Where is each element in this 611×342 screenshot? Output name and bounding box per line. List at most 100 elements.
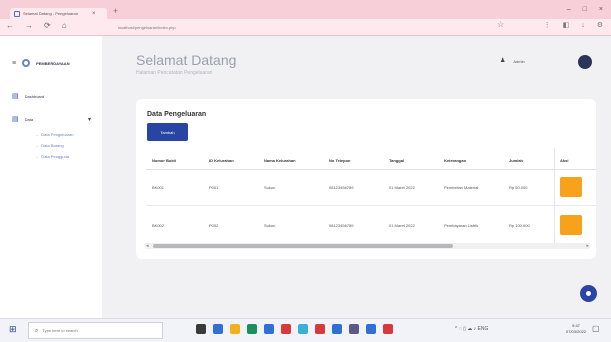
taskbar: ⊞ ⌕ Type here to search ^ ◌ ▯ ☁ ♪ ENG 9:… — [0, 318, 611, 342]
taskbar-app-icon[interactable] — [264, 324, 274, 334]
page-subtitle: Halaman Pencatatan Pengeluaran — [136, 70, 213, 76]
menu-dots-icon[interactable]: ⋮ — [544, 22, 551, 29]
sidebar-subitem-label: Data Pengguna — [41, 154, 70, 159]
minimize-icon[interactable]: – — [567, 6, 571, 13]
sidebar-item-label: Dashboard — [24, 94, 45, 99]
extensions: ⋮ ◧ ↓ ⚙ — [544, 22, 603, 29]
browser-nav: ← → ⟳ ⌂ — [6, 22, 67, 30]
forward-icon[interactable]: → — [25, 22, 33, 30]
start-icon[interactable]: ⊞ — [9, 325, 17, 334]
bookmark-icon[interactable]: ☆ — [497, 21, 504, 29]
scrollbar-thumb[interactable] — [153, 244, 453, 248]
taskbar-app-icon[interactable] — [383, 324, 393, 334]
sidebar-subitem-label: Data Barang — [41, 143, 64, 148]
sidebar-subitem-label: Data Pengeluaran — [41, 132, 74, 137]
card-title: Data Pengeluaran — [147, 111, 207, 118]
taskbar-app-icon[interactable] — [366, 324, 376, 334]
tab-title: Selamat Datang - Pengeluaran — [23, 11, 78, 16]
table-cell: Rp 50.000 — [509, 185, 528, 190]
sidebar-item-dashboard[interactable]: ▤ Dashboard — [12, 93, 44, 100]
taskbar-app-icon[interactable] — [196, 324, 206, 334]
address-bar: ← → ⟳ ⌂ localhost/pengeluaran/index.php … — [0, 19, 611, 36]
browser-tab[interactable]: Selamat Datang - Pengeluaran × — [10, 8, 107, 19]
taskbar-apps — [196, 324, 393, 334]
sidebar-subitem-pengguna[interactable]: – Data Pengguna — [36, 154, 69, 159]
scroll-left-icon[interactable]: ◂ — [146, 243, 149, 249]
taskbar-app-icon[interactable] — [298, 324, 308, 334]
sidebar: ≡ PEMBERDAYAAN ▤ Dashboard ▤ Data ▾ – Da… — [0, 36, 102, 318]
favicon-icon — [14, 10, 20, 17]
table-cell: 01 Maret 2022 — [389, 223, 415, 228]
table-cell: 01 Maret 2022 — [389, 185, 415, 190]
system-tray[interactable]: ^ ◌ ▯ ☁ ♪ ENG — [455, 326, 488, 332]
taskbar-app-icon[interactable] — [230, 324, 240, 334]
sidebar-subitem-barang[interactable]: – Data Barang — [36, 143, 64, 148]
sidebar-subitem-pengeluaran[interactable]: – Data Pengeluaran — [36, 132, 73, 137]
table-cell: BK001 — [152, 185, 165, 190]
column-header: Nomor Bukti — [152, 158, 176, 163]
tab-close-icon[interactable]: × — [92, 11, 96, 17]
column-header: Aksi — [560, 158, 569, 163]
table-cell: 08123456789 — [329, 223, 354, 228]
dashboard-icon: ▤ — [12, 93, 19, 100]
brand: ≡ PEMBERDAYAAN — [12, 59, 70, 67]
column-header: Jumlah — [509, 158, 524, 163]
taskbar-app-icon[interactable] — [247, 324, 257, 334]
user-icon: ♟ — [500, 58, 506, 64]
data-table: Nomor Bukti ID Kelurahan Nama Kelurahan … — [136, 144, 596, 244]
table-cell: 08123456789 — [329, 185, 354, 190]
home-icon[interactable]: ⌂ — [62, 22, 67, 30]
table-cell: Pembayaran Listrik — [444, 223, 479, 228]
chevron-down-icon: ▾ — [88, 116, 92, 123]
clock-date: 07/03/2022 — [566, 329, 587, 334]
taskbar-app-icon[interactable] — [315, 324, 325, 334]
notification-icon[interactable]: ▢ — [592, 325, 600, 333]
action-button[interactable] — [560, 177, 582, 197]
url-text: localhost/pengeluaran/index.php — [118, 24, 176, 30]
reload-icon[interactable]: ⟳ — [44, 22, 51, 30]
scroll-right-icon[interactable]: ▸ — [586, 243, 589, 249]
column-header: ID Kelurahan — [209, 158, 234, 163]
window-controls: – □ × — [567, 6, 603, 13]
sidebar-toggle-icon[interactable]: ◧ — [563, 22, 570, 29]
column-header: Keterangan — [444, 158, 467, 163]
clock[interactable]: 9:47 07/03/2022 — [566, 323, 586, 335]
table-cell: P001 — [209, 185, 219, 190]
search-placeholder: Type here to search — [42, 328, 78, 333]
back-icon[interactable]: ← — [6, 22, 14, 30]
table-cell: Rp 100.000 — [509, 223, 530, 228]
taskbar-app-icon[interactable] — [332, 324, 342, 334]
column-header: Nama Kelurahan — [264, 158, 296, 163]
table-cell: P002 — [209, 223, 219, 228]
circle-icon — [584, 289, 593, 298]
taskbar-app-icon[interactable] — [349, 324, 359, 334]
new-tab-button[interactable]: + — [113, 7, 118, 16]
browser-tab-strip: Selamat Datang - Pengeluaran × + – □ × — [0, 0, 611, 19]
sidebar-item-label: Data — [24, 117, 34, 122]
action-button[interactable] — [560, 215, 582, 235]
brand-name: PEMBERDAYAAN — [36, 60, 70, 66]
maximize-icon[interactable]: □ — [583, 6, 587, 13]
user-menu[interactable]: ♟ Admin — [500, 58, 525, 64]
avatar[interactable] — [578, 55, 592, 69]
taskbar-search[interactable]: ⌕ Type here to search — [28, 322, 163, 339]
logo-icon — [22, 59, 31, 67]
data-card: Data Pengeluaran Tambah Nomor Bukti ID K… — [136, 99, 596, 259]
close-window-icon[interactable]: × — [599, 6, 603, 13]
table-cell: Sukun — [264, 185, 276, 190]
hamburger-icon[interactable]: ≡ — [12, 60, 16, 67]
page-title: Selamat Datang — [136, 52, 237, 68]
taskbar-app-icon[interactable] — [281, 324, 291, 334]
table-cell: Pembelian Material — [444, 185, 479, 190]
sidebar-item-data[interactable]: ▤ Data ▾ — [12, 116, 91, 123]
settings-icon[interactable]: ⚙ — [597, 22, 603, 29]
floating-action-button[interactable] — [580, 285, 597, 302]
add-button[interactable]: Tambah — [147, 123, 188, 141]
table-icon: ▤ — [12, 116, 19, 123]
table-cell: Sukun — [264, 223, 276, 228]
download-icon[interactable]: ↓ — [581, 22, 585, 29]
taskbar-app-icon[interactable] — [213, 324, 223, 334]
horizontal-scrollbar[interactable]: ◂ ▸ — [145, 243, 590, 249]
url-field[interactable]: localhost/pengeluaran/index.php — [118, 22, 176, 32]
search-icon: ⌕ — [35, 327, 39, 334]
